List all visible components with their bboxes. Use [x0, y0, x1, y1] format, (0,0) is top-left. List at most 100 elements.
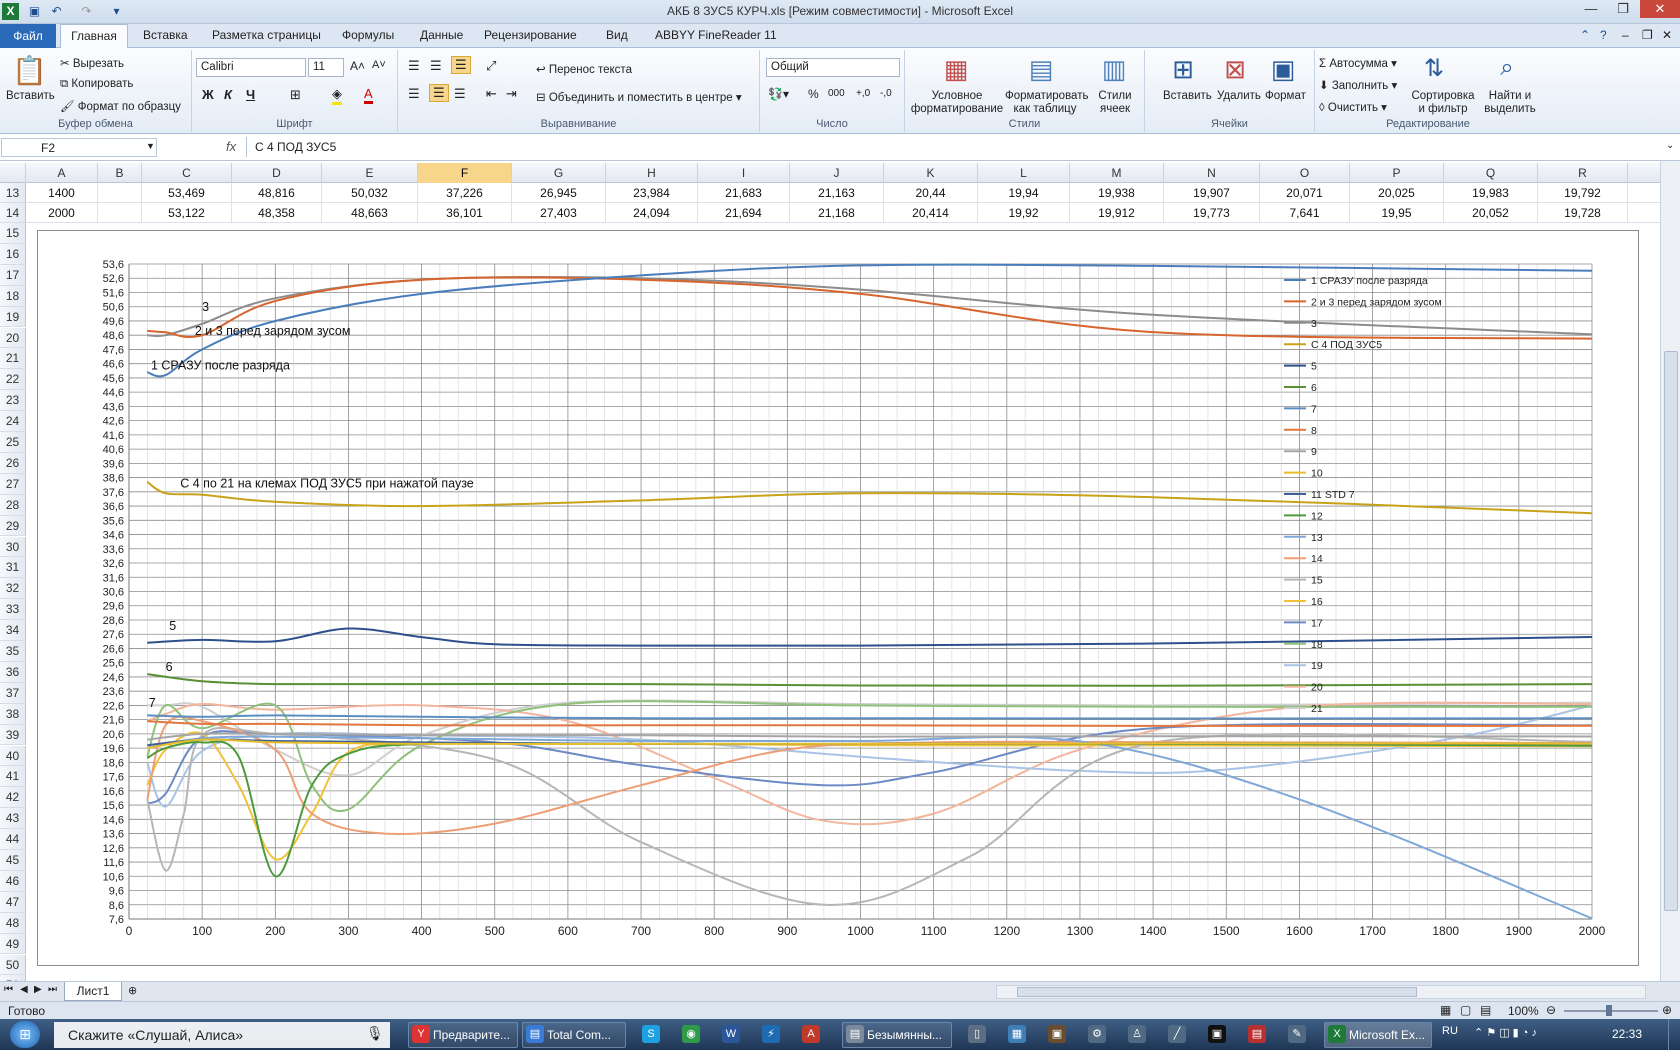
- row-header[interactable]: 36: [0, 661, 26, 683]
- cell-q14[interactable]: 20,052: [1444, 203, 1538, 223]
- cell-styles-icon[interactable]: ▥: [1098, 54, 1130, 85]
- align-bottom-icon[interactable]: ☰: [451, 56, 471, 74]
- show-desktop-button[interactable]: [1668, 1019, 1680, 1050]
- row-header[interactable]: 25: [0, 432, 26, 453]
- column-header-g[interactable]: G: [512, 163, 606, 183]
- row-header[interactable]: 43: [0, 808, 26, 830]
- vertical-scroll-thumb[interactable]: [1664, 351, 1678, 911]
- cell-k14[interactable]: 20,414: [884, 203, 978, 223]
- row-header[interactable]: 39: [0, 724, 26, 746]
- tab-review[interactable]: Рецензирование: [484, 28, 577, 42]
- orientation-icon[interactable]: ⤢: [486, 58, 496, 74]
- cell-f13[interactable]: 37,226: [418, 183, 512, 203]
- cell-k13[interactable]: 20,44: [884, 183, 978, 203]
- row-header[interactable]: 18: [0, 285, 26, 307]
- row-header[interactable]: 23: [0, 390, 26, 412]
- cell-f14[interactable]: 36,101: [418, 203, 512, 223]
- row-header[interactable]: 20: [0, 327, 26, 349]
- insert-cells-icon[interactable]: ⊞: [1167, 54, 1199, 85]
- tab-home[interactable]: Главная: [60, 24, 128, 49]
- column-header-m[interactable]: M: [1070, 163, 1164, 183]
- cell-q13[interactable]: 19,983: [1444, 183, 1538, 203]
- font-name-combo[interactable]: Calibri: [196, 58, 306, 77]
- doc-close-icon[interactable]: ✕: [1662, 28, 1672, 42]
- align-top-icon[interactable]: ☰: [408, 58, 420, 74]
- insert-cells-button[interactable]: Вставить: [1163, 90, 1212, 102]
- delete-cells-icon[interactable]: ⊠: [1219, 54, 1251, 85]
- autosum-button[interactable]: Σ Автосумма ▾: [1319, 56, 1397, 70]
- borders-icon[interactable]: ⊞: [290, 87, 301, 103]
- cell-d13[interactable]: 48,816: [232, 183, 322, 203]
- conditional-format-icon[interactable]: ▦: [940, 54, 972, 85]
- row-header[interactable]: 19: [0, 306, 26, 328]
- zoom-slider-thumb[interactable]: [1606, 1005, 1612, 1016]
- language-indicator[interactable]: RU: [1442, 1025, 1458, 1037]
- row-header[interactable]: 24: [0, 411, 26, 432]
- row-header[interactable]: 34: [0, 620, 26, 641]
- vertical-scrollbar[interactable]: [1660, 161, 1680, 981]
- find-select-button[interactable]: Найти и выделить: [1481, 90, 1539, 116]
- row-header[interactable]: 49: [0, 933, 26, 955]
- percent-icon[interactable]: %: [808, 87, 819, 101]
- column-header-i[interactable]: I: [698, 163, 790, 183]
- binoculars-icon[interactable]: ⌕: [1491, 54, 1523, 82]
- align-right-icon[interactable]: ☰: [454, 86, 466, 102]
- clear-button[interactable]: ◊ Очистить ▾: [1319, 100, 1387, 114]
- column-header-q[interactable]: Q: [1444, 163, 1538, 183]
- ribbon-minimize-icon[interactable]: ⌃: [1580, 28, 1590, 42]
- cell-m13[interactable]: 19,938: [1070, 183, 1164, 203]
- next-sheet-icon[interactable]: ▶: [34, 984, 42, 995]
- horizontal-scroll-thumb[interactable]: [1017, 987, 1417, 997]
- tab-data[interactable]: Данные: [420, 28, 463, 42]
- skype-icon[interactable]: S: [642, 1025, 660, 1043]
- cell-a13[interactable]: 1400: [26, 183, 98, 203]
- row-header[interactable]: 40: [0, 745, 26, 767]
- new-sheet-icon[interactable]: ⊕: [128, 984, 137, 997]
- cell-i13[interactable]: 21,683: [698, 183, 790, 203]
- row-header[interactable]: 45: [0, 850, 26, 871]
- row-header[interactable]: 50: [0, 954, 26, 976]
- conditional-format-button[interactable]: Условное форматирование: [909, 90, 1005, 116]
- fx-icon[interactable]: fx: [226, 139, 236, 154]
- column-header-e[interactable]: E: [322, 163, 418, 183]
- cell-c14[interactable]: 53,122: [142, 203, 232, 223]
- row-header[interactable]: 37: [0, 682, 26, 704]
- column-header-r[interactable]: R: [1538, 163, 1628, 183]
- last-sheet-icon[interactable]: ⏭: [48, 984, 57, 995]
- app-icon-8[interactable]: ▤: [1248, 1025, 1266, 1043]
- normal-view-icon[interactable]: ▦: [1440, 1003, 1451, 1017]
- sheet-tab-list1[interactable]: Лист1: [64, 982, 122, 1001]
- cell-a14[interactable]: 2000: [26, 203, 98, 223]
- alice-search-box[interactable]: Скажите «Слушай, Алиса»: [54, 1022, 390, 1048]
- shrink-font-icon[interactable]: A˅: [372, 59, 386, 71]
- cell-d14[interactable]: 48,358: [232, 203, 322, 223]
- cell-e14[interactable]: 48,663: [322, 203, 418, 223]
- doc-restore-icon[interactable]: ❐: [1642, 28, 1653, 42]
- column-header-j[interactable]: J: [790, 163, 884, 183]
- cell-g14[interactable]: 27,403: [512, 203, 606, 223]
- cell-n13[interactable]: 19,907: [1164, 183, 1260, 203]
- row-header[interactable]: 13: [0, 183, 26, 203]
- grow-font-icon[interactable]: A˄: [350, 59, 365, 73]
- row-header[interactable]: 26: [0, 452, 26, 474]
- app-icon-5[interactable]: ♙: [1128, 1025, 1146, 1043]
- page-break-view-icon[interactable]: ▤: [1480, 1003, 1491, 1017]
- word-icon[interactable]: W: [722, 1025, 740, 1043]
- paste-icon[interactable]: 📋: [12, 54, 47, 88]
- cell-l14[interactable]: 19,92: [978, 203, 1070, 223]
- name-box-dropdown-icon[interactable]: ▼: [146, 141, 155, 151]
- merge-center-button[interactable]: ⊟ Объединить и поместить в центре ▾: [536, 90, 742, 104]
- cell-j14[interactable]: 21,168: [790, 203, 884, 223]
- chart[interactable]: 53,6 52,6 51,6 50,6 49,6 48,6 47,6 46,6 45,6 44,6…: [37, 230, 1639, 966]
- cell-p13[interactable]: 20,025: [1350, 183, 1444, 203]
- tab-file[interactable]: Файл: [0, 24, 56, 48]
- cell-r13[interactable]: 19,792: [1538, 183, 1628, 203]
- prev-sheet-icon[interactable]: ◀: [20, 984, 28, 995]
- column-header-o[interactable]: O: [1260, 163, 1350, 183]
- align-middle-icon[interactable]: ☰: [430, 58, 442, 74]
- name-box[interactable]: F2: [1, 138, 157, 157]
- bold-button[interactable]: Ж: [202, 87, 214, 102]
- cell-p14[interactable]: 19,95: [1350, 203, 1444, 223]
- row-header[interactable]: 27: [0, 473, 26, 495]
- sort-filter-button[interactable]: Сортировка и фильтр: [1407, 90, 1479, 116]
